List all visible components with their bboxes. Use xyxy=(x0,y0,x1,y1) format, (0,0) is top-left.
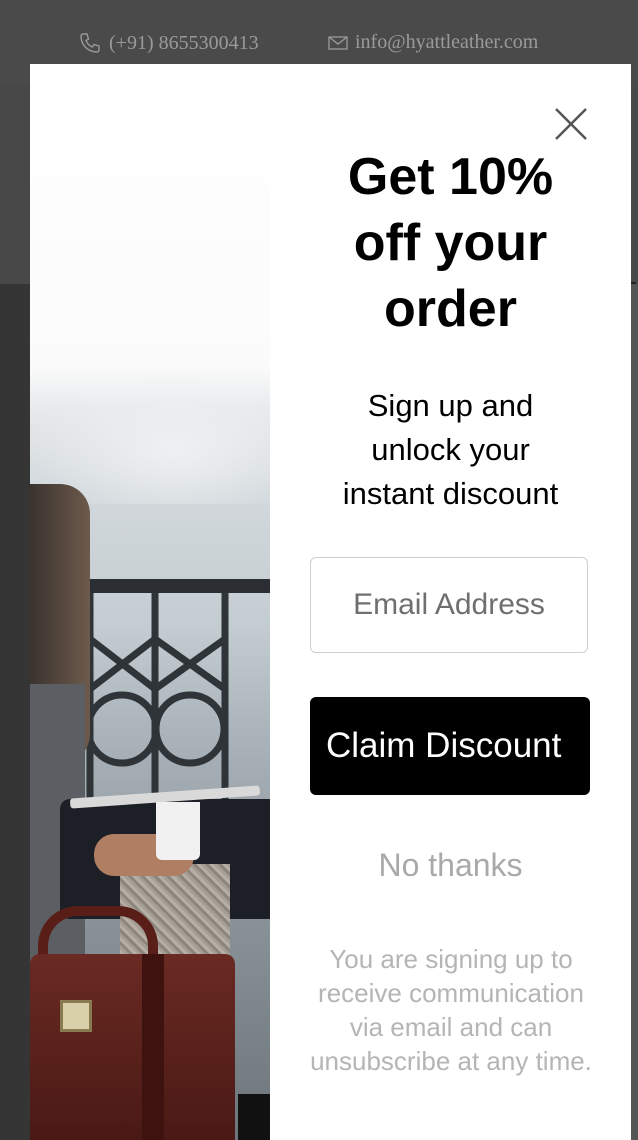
close-icon[interactable] xyxy=(551,104,591,144)
phone-icon xyxy=(80,33,100,53)
subhead-line: Sign up and xyxy=(367,388,534,423)
subhead-line: unlock your xyxy=(371,432,530,467)
popup-hero-image xyxy=(30,64,270,1140)
popup-content: Get 10% off your order Sign up and unloc… xyxy=(270,64,631,1140)
headline-line: off your xyxy=(353,214,548,272)
headline-line: order xyxy=(384,280,517,338)
signup-disclaimer: You are signing up to receive communicat… xyxy=(310,944,592,1076)
leather-bag-graphic xyxy=(30,954,235,1140)
email-address: info@hyattleather.com xyxy=(355,31,539,53)
discount-popup: Get 10% off your order Sign up and unloc… xyxy=(30,64,631,1140)
popup-subheading: Sign up and unlock your instant discount xyxy=(270,384,631,516)
phone-number: (+91) 8655300413 xyxy=(109,31,259,54)
page-overlay-right xyxy=(631,284,638,1140)
claim-discount-button[interactable]: Claim Discount xyxy=(310,697,590,795)
popup-headline: Get 10% off your order xyxy=(270,144,631,342)
email-input[interactable] xyxy=(310,557,588,653)
headline-line: Get 10% xyxy=(347,148,554,206)
no-thanks-link[interactable]: No thanks xyxy=(270,847,631,884)
email-contact[interactable]: info@hyattleather.com xyxy=(328,31,538,54)
phone-contact[interactable]: (+91) 8655300413 xyxy=(78,31,259,55)
envelope-icon xyxy=(328,35,348,50)
subhead-line: instant discount xyxy=(342,476,559,511)
page-overlay-left xyxy=(0,284,30,1140)
